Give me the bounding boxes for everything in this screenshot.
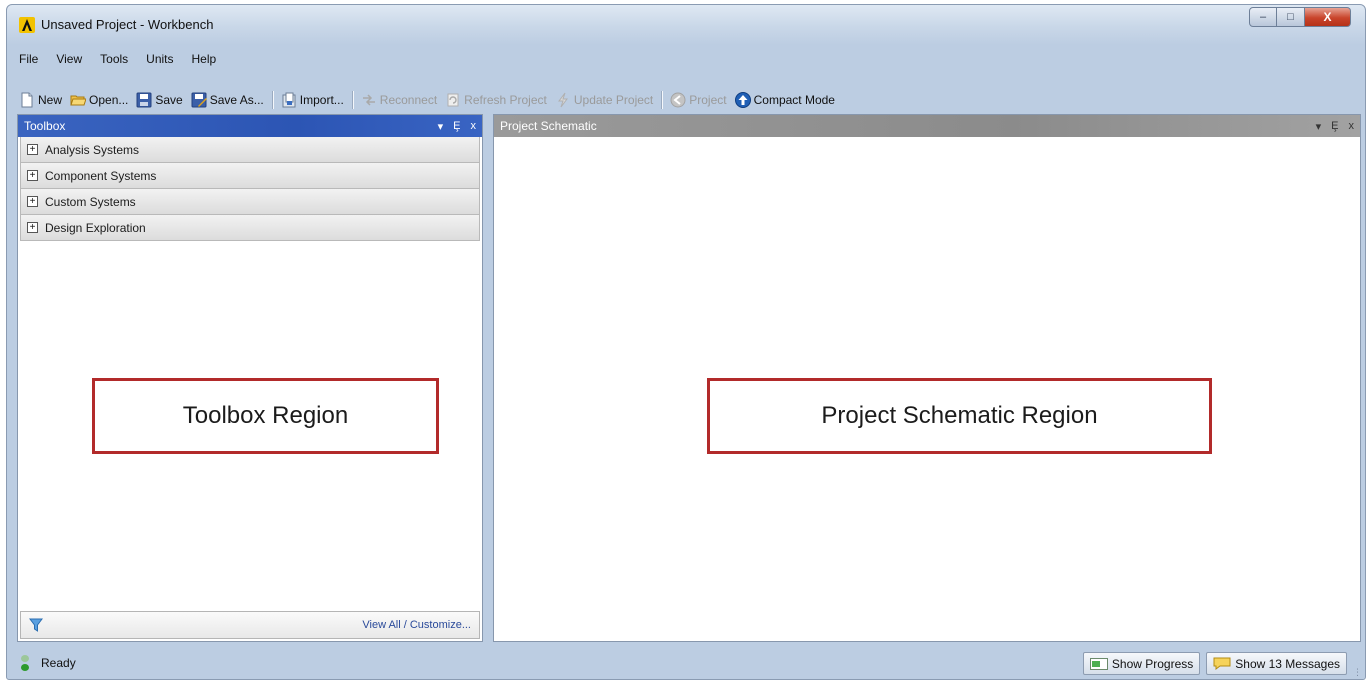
- reconnect-label: Reconnect: [379, 93, 438, 107]
- schematic-header-controls: ▾ Ȩ x: [1316, 120, 1354, 133]
- expand-plus-icon[interactable]: +: [27, 222, 38, 233]
- close-icon[interactable]: x: [471, 120, 477, 133]
- schematic-header: Project Schematic ▾ Ȩ x: [494, 115, 1360, 137]
- chevron-down-icon[interactable]: ▾: [1316, 120, 1322, 133]
- main-toolbar: New Open... Save Save As... Import... Re…: [15, 88, 1360, 112]
- toolbox-region-label: Toolbox Region: [182, 402, 349, 429]
- save-as-icon: [191, 92, 207, 108]
- main-area: Toolbox ▾ Ȩ x + Analysis Systems + Compo…: [17, 114, 1361, 648]
- reconnect-button[interactable]: Reconnect: [357, 89, 441, 111]
- show-progress-button[interactable]: Show Progress: [1082, 652, 1201, 675]
- window-controls: – □ X: [1249, 7, 1351, 27]
- close-button[interactable]: X: [1305, 7, 1351, 27]
- refresh-project-label: Refresh Project: [464, 93, 547, 107]
- resize-grip-icon[interactable]: ⋮: [1353, 667, 1363, 677]
- status-light-icon: [21, 655, 29, 671]
- status-bar: Ready Show Progress Show 13 Messages ⋮: [7, 647, 1365, 679]
- project-schematic-region-callout: Project Schematic Region: [707, 378, 1212, 454]
- show-progress-label: Show Progress: [1111, 656, 1194, 671]
- menu-bar: File View Tools Units Help: [11, 50, 224, 72]
- expand-plus-icon[interactable]: +: [27, 170, 38, 181]
- toolbox-category-label: Design Exploration: [45, 220, 146, 235]
- toolbox-category-component-systems[interactable]: + Component Systems: [20, 163, 480, 189]
- menu-view[interactable]: View: [48, 50, 90, 72]
- toolbox-header: Toolbox ▾ Ȩ x: [18, 115, 482, 137]
- progress-bar-icon: [1089, 657, 1108, 670]
- reconnect-icon: [362, 94, 375, 106]
- message-speech-bubble-icon: [1213, 657, 1231, 670]
- view-all-customize-link[interactable]: View All / Customize...: [362, 619, 471, 631]
- project-schematic-region-label: Project Schematic Region: [821, 402, 1098, 429]
- project-schematic-panel[interactable]: Project Schematic ▾ Ȩ x Project Schemati…: [493, 114, 1361, 642]
- import-button[interactable]: Import...: [277, 89, 348, 111]
- show-messages-label: Show 13 Messages: [1235, 656, 1340, 671]
- toolbox-category-label: Analysis Systems: [45, 142, 140, 157]
- open-folder-icon: [70, 95, 87, 106]
- toolbox-header-controls: ▾ Ȩ x: [438, 120, 476, 133]
- maximize-button[interactable]: □: [1277, 7, 1305, 27]
- minimize-button[interactable]: –: [1249, 7, 1277, 27]
- toolbox-category-analysis-systems[interactable]: + Analysis Systems: [20, 137, 480, 163]
- toolbar-separator: [661, 91, 663, 109]
- toolbox-category-label: Custom Systems: [45, 194, 136, 209]
- toolbox-region-callout: Toolbox Region: [92, 378, 439, 454]
- ansys-logo-icon: [19, 17, 35, 33]
- update-project-label: Update Project: [573, 93, 654, 107]
- menu-units[interactable]: Units: [138, 50, 181, 72]
- save-button[interactable]: Save: [132, 89, 186, 111]
- lightning-icon: [557, 92, 568, 108]
- open-label: Open...: [89, 93, 129, 107]
- chevron-down-icon[interactable]: ▾: [438, 120, 444, 133]
- open-button[interactable]: Open...: [66, 89, 132, 111]
- toolbox-category-design-exploration[interactable]: + Design Exploration: [20, 215, 480, 241]
- save-as-label: Save As...: [209, 93, 264, 107]
- schematic-title: Project Schematic: [500, 119, 597, 133]
- show-messages-button[interactable]: Show 13 Messages: [1206, 652, 1347, 675]
- refresh-icon: [447, 93, 459, 107]
- toolbox-category-label: Component Systems: [45, 168, 157, 183]
- toolbox-category-custom-systems[interactable]: + Custom Systems: [20, 189, 480, 215]
- expand-plus-icon[interactable]: +: [27, 144, 38, 155]
- menu-file[interactable]: File: [11, 50, 46, 72]
- status-text: Ready: [41, 656, 76, 670]
- save-as-button[interactable]: Save As...: [187, 89, 268, 111]
- import-icon: [282, 92, 296, 108]
- compact-mode-button[interactable]: Compact Mode: [731, 89, 839, 111]
- toolbar-separator: [351, 91, 353, 109]
- save-disk-icon: [136, 92, 152, 108]
- refresh-project-button[interactable]: Refresh Project: [441, 89, 551, 111]
- toolbar-separator: [271, 91, 273, 109]
- pin-icon[interactable]: Ȩ: [453, 120, 460, 133]
- toolbox-title: Toolbox: [24, 119, 66, 133]
- back-arrow-icon: [670, 92, 686, 108]
- workbench-window: Unsaved Project - Workbench – □ X File V…: [6, 4, 1366, 680]
- menu-tools[interactable]: Tools: [92, 50, 136, 72]
- update-project-button[interactable]: Update Project: [551, 89, 657, 111]
- project-label: Project: [689, 93, 727, 107]
- toolbox-footer: View All / Customize...: [20, 611, 480, 639]
- status-buttons: Show Progress Show 13 Messages: [1082, 652, 1347, 675]
- close-icon[interactable]: x: [1349, 120, 1355, 133]
- compact-mode-label: Compact Mode: [753, 93, 835, 107]
- filter-funnel-icon[interactable]: [29, 618, 43, 632]
- save-label: Save: [155, 93, 183, 107]
- title-bar: Unsaved Project - Workbench – □ X: [7, 5, 1365, 41]
- new-label: New: [38, 93, 63, 107]
- window-title: Unsaved Project - Workbench: [41, 17, 214, 32]
- new-button[interactable]: New: [15, 89, 66, 111]
- expand-plus-icon[interactable]: +: [27, 196, 38, 207]
- pin-icon[interactable]: Ȩ: [1331, 120, 1338, 133]
- menu-help[interactable]: Help: [184, 50, 225, 72]
- toolbox-panel: Toolbox ▾ Ȩ x + Analysis Systems + Compo…: [17, 114, 483, 642]
- compact-mode-up-arrow-icon: [734, 92, 751, 108]
- import-label: Import...: [299, 93, 344, 107]
- new-file-icon: [21, 92, 33, 108]
- project-button[interactable]: Project: [666, 89, 730, 111]
